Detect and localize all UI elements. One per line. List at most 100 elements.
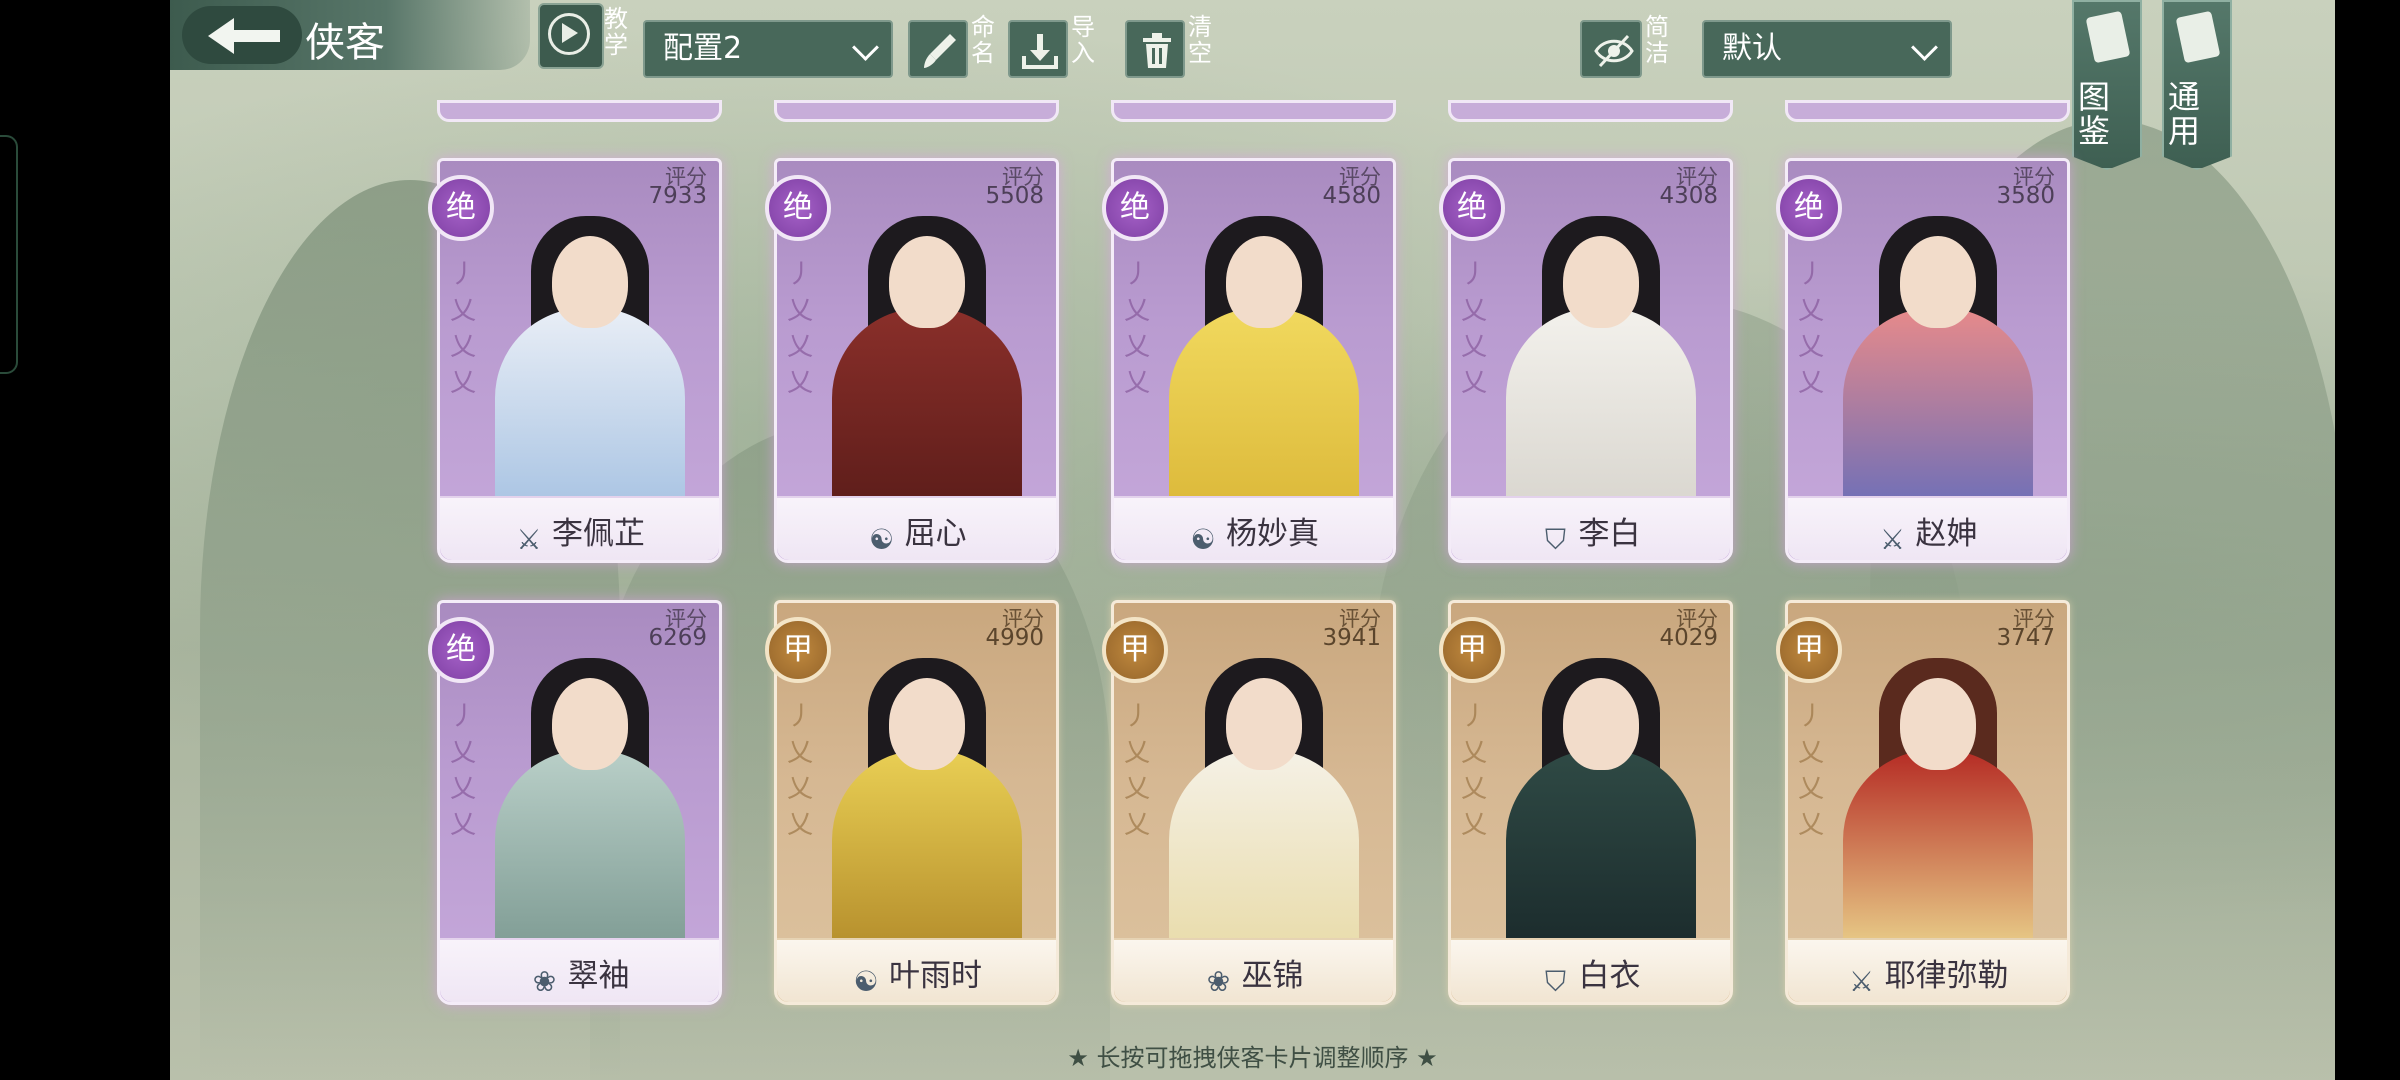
brush-icon [924, 34, 956, 68]
grade-marks: 丿乂乂乂 [450, 260, 477, 398]
rarity-badge: 绝 [428, 617, 494, 683]
header-panel: 侠客 [170, 0, 530, 70]
rename-button[interactable] [908, 20, 968, 78]
sword-icon: ⚔ [516, 523, 542, 556]
hero-portrait [1134, 633, 1393, 940]
clear-label: 清空 [1188, 13, 1212, 67]
nameplate: ❀ 翠袖 [440, 938, 719, 1002]
grade-marks: 丿乂乂乂 [1124, 260, 1151, 398]
clear-button[interactable] [1125, 20, 1185, 78]
rarity-badge: 甲 [1776, 617, 1842, 683]
score-value: 4990 [985, 625, 1044, 651]
card-peek [1785, 100, 2070, 122]
grade-marks: 丿乂乂乂 [450, 702, 477, 840]
preset-dropdown[interactable]: 配置2 [643, 20, 893, 78]
hero-name: 巫锦 [1241, 958, 1304, 994]
tutorial-button[interactable] [538, 3, 604, 69]
tab-codex[interactable]: 图鉴 [2072, 0, 2142, 170]
hero-card[interactable]: 绝 丿乂乂乂 评分 4308 ⛉ 李白 [1439, 158, 1733, 563]
score-value: 4029 [1659, 625, 1718, 651]
nameplate: ❀ 巫锦 [1114, 938, 1393, 1002]
hero-card[interactable]: 甲 丿乂乂乂 评分 3747 ⚔ 耶律弥勒 [1776, 600, 2070, 1005]
grade-marks: 丿乂乂乂 [1124, 702, 1151, 840]
hero-portrait [797, 633, 1056, 940]
score-value: 5508 [985, 183, 1044, 209]
hero-card[interactable]: 绝 丿乂乂乂 评分 7933 ⚔ 李佩芷 [428, 158, 722, 563]
rarity-badge: 绝 [1776, 175, 1842, 241]
sort-dropdown[interactable]: 默认 [1702, 20, 1952, 78]
hero-name: 赵妽 [1915, 516, 1978, 552]
hero-name: 白衣 [1578, 958, 1641, 994]
play-icon [562, 23, 578, 43]
hero-portrait [1134, 191, 1393, 498]
hero-name: 耶律弥勒 [1884, 958, 2009, 994]
tab-general-label: 通用 [2168, 78, 2201, 150]
hero-name: 叶雨时 [889, 958, 982, 994]
hero-card[interactable]: 绝 丿乂乂乂 评分 5508 ☯ 屈心 [765, 158, 1059, 563]
score-value: 4308 [1659, 183, 1718, 209]
shield-icon: ⛉ [1544, 523, 1566, 556]
hero-portrait [1808, 633, 2067, 940]
import-label: 导入 [1071, 13, 1095, 67]
hero-card[interactable]: 绝 丿乂乂乂 评分 3580 ⚔ 赵妽 [1776, 158, 2070, 563]
sort-value: 默认 [1722, 31, 1782, 66]
game-screen: 侠客 教学 配置2 命名 导入 清空 简洁 默认 图鉴 通用 绝 丿 乂 乂 乂… [170, 0, 2335, 1080]
score-value: 6269 [648, 625, 707, 651]
back-button[interactable] [182, 6, 302, 64]
rarity-badge: 绝 [1439, 175, 1505, 241]
nameplate: ⚔ 耶律弥勒 [1788, 938, 2067, 1002]
drag-hint: ★ 长按可拖拽侠客卡片调整顺序 ★ [1067, 1044, 1438, 1072]
card-peek [1448, 100, 1733, 122]
rarity-badge: 甲 [765, 617, 831, 683]
edge-handle [0, 135, 18, 374]
simple-label: 简洁 [1645, 13, 1669, 67]
rarity-badge: 绝 [428, 175, 494, 241]
simple-toggle-button[interactable] [1580, 20, 1642, 78]
card-peek [1111, 100, 1396, 122]
grade-marks: 丿乂乂乂 [1461, 260, 1488, 398]
scroll-icon [2175, 10, 2221, 64]
page-title: 侠客 [305, 20, 385, 66]
rarity-badge: 甲 [1439, 617, 1505, 683]
book-icon [2085, 10, 2131, 64]
score-value: 3747 [1996, 625, 2055, 651]
hero-card[interactable]: 甲 丿乂乂乂 评分 3941 ❀ 巫锦 [1102, 600, 1396, 1005]
hero-portrait [460, 191, 719, 498]
score-value: 4580 [1322, 183, 1381, 209]
hero-card[interactable]: 甲 丿乂乂乂 评分 4990 ☯ 叶雨时 [765, 600, 1059, 1005]
score-value: 3941 [1322, 625, 1381, 651]
nameplate: ☯ 杨妙真 [1114, 496, 1393, 560]
nameplate: ⛉ 白衣 [1451, 938, 1730, 1002]
hero-name: 李白 [1578, 516, 1641, 552]
preset-value: 配置2 [663, 31, 743, 66]
yinyang-icon: ☯ [1190, 523, 1216, 556]
grade-marks: 丿乂乂乂 [787, 260, 814, 398]
nameplate: ⚔ 赵妽 [1788, 496, 2067, 560]
sword-icon: ⚔ [1879, 523, 1906, 556]
hero-name: 翠袖 [567, 958, 630, 994]
chevron-down-icon [1911, 34, 1938, 61]
import-button[interactable] [1008, 20, 1068, 78]
hero-portrait [797, 191, 1056, 498]
hero-card[interactable]: 绝 丿乂乂乂 评分 4580 ☯ 杨妙真 [1102, 158, 1396, 563]
tab-general[interactable]: 通用 [2162, 0, 2232, 170]
chevron-down-icon [852, 34, 879, 61]
nameplate: ⚔ 李佩芷 [440, 496, 719, 560]
tab-codex-label: 图鉴 [2078, 78, 2111, 150]
hero-name: 屈心 [904, 516, 967, 552]
tutorial-label: 教学 [604, 5, 628, 59]
nameplate: ⛉ 李白 [1451, 496, 1730, 560]
trash-icon [1143, 33, 1171, 68]
hero-card[interactable]: 绝 丿乂乂乂 评分 6269 ❀ 翠袖 [428, 600, 722, 1005]
hero-card[interactable]: 甲 丿乂乂乂 评分 4029 ⛉ 白衣 [1439, 600, 1733, 1005]
lotus-icon: ❀ [532, 965, 557, 998]
hero-name: 杨妙真 [1226, 516, 1319, 552]
hero-portrait [1471, 633, 1730, 940]
back-arrow-icon [208, 18, 280, 54]
sword-icon: ⚔ [1848, 965, 1875, 998]
hero-portrait [1808, 191, 2067, 498]
score-value: 7933 [648, 183, 707, 209]
eye-off-icon [1594, 34, 1634, 68]
rename-label: 命名 [971, 13, 995, 67]
grade-marks: 丿乂乂乂 [1461, 702, 1488, 840]
